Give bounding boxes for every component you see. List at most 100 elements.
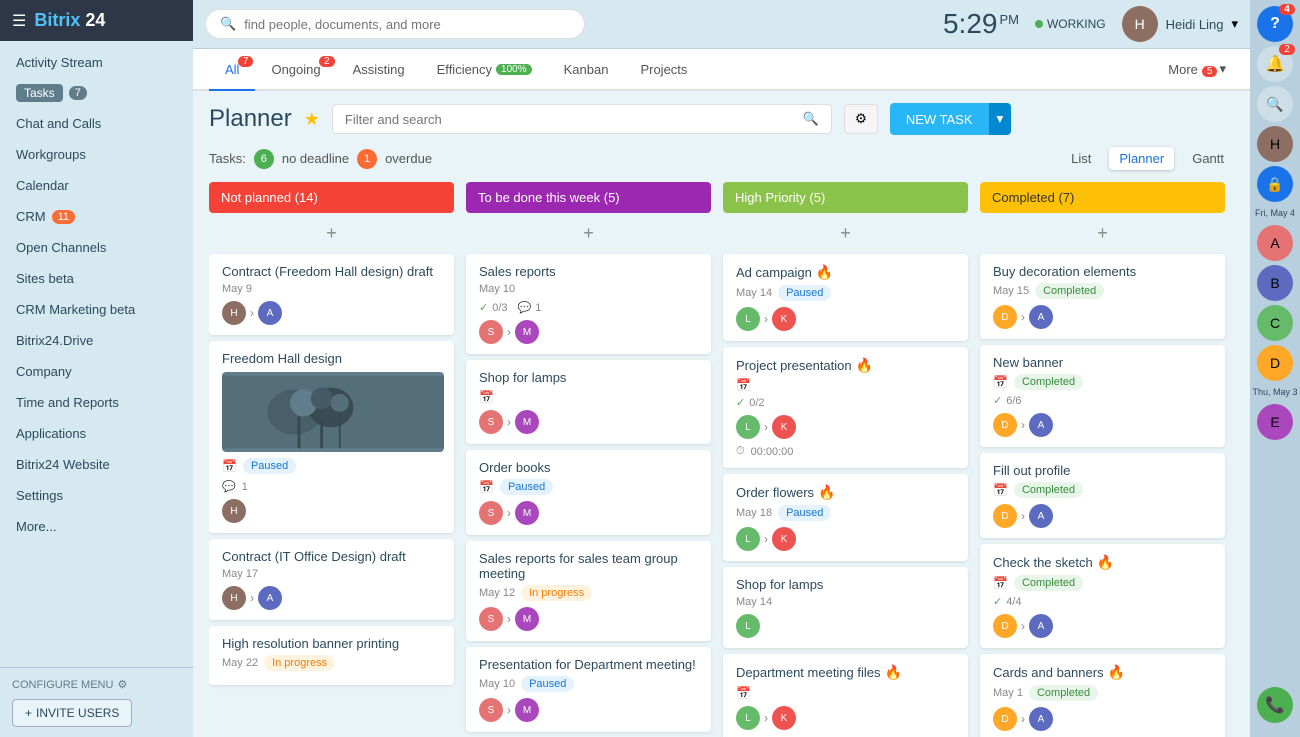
table-row[interactable]: High resolution banner printing May 22 I… [209, 626, 454, 685]
table-row[interactable]: Sales reports May 10 ✓ 0/3 💬 1 S › M [466, 254, 711, 354]
sidebar-item-company[interactable]: Company [0, 356, 193, 387]
invite-users-button[interactable]: + INVITE USERS [12, 699, 132, 727]
notifications-badge: 2 [1279, 44, 1295, 55]
working-status[interactable]: WORKING [1035, 17, 1106, 31]
col-title: To be done this week (5) [478, 190, 620, 205]
table-row[interactable]: Order books 📅 Paused S › M [466, 450, 711, 535]
tab-efficiency[interactable]: Efficiency 100% [421, 50, 548, 89]
favorite-star-icon[interactable]: ★ [304, 109, 320, 130]
avatar[interactable]: B [1257, 265, 1293, 301]
list-view-button[interactable]: List [1061, 147, 1101, 170]
sidebar-item-drive[interactable]: Bitrix24.Drive [0, 325, 193, 356]
avatar: M [515, 698, 539, 722]
table-row[interactable]: Fill out profile 📅 Completed D › A [980, 453, 1225, 538]
search-input[interactable] [244, 17, 570, 32]
planner-view-button[interactable]: Planner [1109, 147, 1174, 170]
col-add-not-planned[interactable]: + [209, 219, 454, 248]
col-add-completed[interactable]: + [980, 219, 1225, 248]
status-badge: Paused [521, 676, 574, 692]
tab-all[interactable]: All 7 [209, 50, 255, 91]
search-box[interactable]: 🔍 [205, 9, 585, 39]
time-display: 5:29 PM [943, 8, 1019, 40]
avatar[interactable]: C [1257, 305, 1293, 341]
new-task-dropdown-button[interactable]: ▾ [989, 103, 1012, 135]
checklist-value: 6/6 [1006, 395, 1021, 407]
notifications-button[interactable]: 🔔 2 [1257, 46, 1293, 82]
sidebar-item-open-channels[interactable]: Open Channels [0, 232, 193, 263]
col-add-to-be-done[interactable]: + [466, 219, 711, 248]
arrow-icon: › [764, 532, 768, 546]
avatar[interactable]: E [1257, 404, 1293, 440]
table-row[interactable]: Buy decoration elements May 15 Completed… [980, 254, 1225, 339]
col-add-high-priority[interactable]: + [723, 219, 968, 248]
sidebar-item-website[interactable]: Bitrix24 Website [0, 449, 193, 480]
table-row[interactable]: Sales reports for sales team group meeti… [466, 541, 711, 641]
sidebar-item-tasks[interactable]: Tasks 7 [0, 78, 193, 108]
table-row[interactable]: Cards and banners 🔥 May 1 Completed D › … [980, 654, 1225, 737]
table-row[interactable]: Freedom Hall design [209, 341, 454, 533]
table-row[interactable]: Presentation for Department meeting! May… [466, 647, 711, 732]
sidebar-item-settings[interactable]: Settings [0, 480, 193, 511]
sidebar-item-label: Workgroups [16, 147, 86, 162]
tab-assisting[interactable]: Assisting [337, 50, 421, 89]
task-avatars: L [736, 614, 958, 638]
table-row[interactable]: Order flowers 🔥 May 18 Paused L › K [723, 474, 968, 561]
lock-icon-button[interactable]: 🔒 [1257, 166, 1293, 202]
tab-ongoing[interactable]: Ongoing 2 [255, 50, 336, 89]
table-row[interactable]: Department meeting files 🔥 📅 L › K [723, 654, 968, 737]
tab-projects[interactable]: Projects [624, 50, 703, 89]
user-info[interactable]: H Heidi Ling ▾ [1122, 6, 1238, 42]
table-row[interactable]: New banner 📅 Completed ✓ 6/6 D › A [980, 345, 1225, 447]
tasks-label[interactable]: Tasks [16, 84, 63, 102]
col-title: Not planned (14) [221, 190, 318, 205]
sidebar-item-workgroups[interactable]: Workgroups [0, 139, 193, 170]
task-time: ⏱ 00:00:00 [736, 445, 958, 458]
working-label: WORKING [1047, 17, 1106, 31]
task-date: May 22 [222, 657, 258, 669]
tab-kanban[interactable]: Kanban [548, 50, 625, 89]
sidebar-item-more[interactable]: More... [0, 511, 193, 542]
filter-input[interactable] [345, 112, 795, 127]
menu-toggle-icon[interactable]: ☰ [12, 11, 26, 31]
sidebar-item-activity[interactable]: Activity Stream [0, 47, 193, 78]
arrow-icon: › [764, 420, 768, 434]
arrow-icon: › [1021, 509, 1025, 523]
task-title: Cards and banners 🔥 [993, 664, 1215, 681]
planner-area: Planner ★ 🔍 ⚙ NEW TASK ▾ Tasks: 6 no dea… [193, 91, 1250, 737]
sidebar-item-chat[interactable]: Chat and Calls [0, 108, 193, 139]
sidebar-item-crm-marketing[interactable]: CRM Marketing beta [0, 294, 193, 325]
col-header-completed: Completed (7) [980, 182, 1225, 213]
question-icon-button[interactable]: ? 4 [1257, 6, 1293, 42]
sidebar-item-crm[interactable]: CRM 11 [0, 201, 193, 232]
sidebar-item-applications[interactable]: Applications [0, 418, 193, 449]
search-button[interactable]: 🔍 [1257, 86, 1293, 122]
avatar[interactable]: D [1257, 345, 1293, 381]
new-task-button[interactable]: NEW TASK [890, 103, 989, 135]
table-row[interactable]: Ad campaign 🔥 May 14 Paused L › K [723, 254, 968, 341]
avatar: K [772, 527, 796, 551]
task-avatars: L › K [736, 527, 958, 551]
table-row[interactable]: Project presentation 🔥 📅 ✓ 0/2 L › K [723, 347, 968, 468]
gantt-view-button[interactable]: Gantt [1182, 147, 1234, 170]
table-row[interactable]: Contract (Freedom Hall design) draft May… [209, 254, 454, 335]
view-controls: List Planner Gantt [1061, 147, 1234, 170]
avatar: D [993, 504, 1017, 528]
table-row[interactable]: Contract (IT Office Design) draft May 17… [209, 539, 454, 620]
table-row[interactable]: Shop for lamps 📅 S › M [466, 360, 711, 444]
phone-button[interactable]: 📞 [1257, 687, 1293, 723]
checklist-value: 4/4 [1006, 596, 1021, 608]
checklist-meta: ✓ 6/6 [993, 394, 1215, 407]
table-row[interactable]: Check the sketch 🔥 📅 Completed ✓ 4/4 D ›… [980, 544, 1225, 648]
avatar[interactable]: H [1257, 126, 1293, 162]
sidebar-item-calendar[interactable]: Calendar [0, 170, 193, 201]
settings-button[interactable]: ⚙ [844, 104, 878, 134]
configure-menu[interactable]: CONFIGURE MENU ⚙ [12, 678, 181, 691]
avatar[interactable]: A [1257, 225, 1293, 261]
sidebar-item-sites[interactable]: Sites beta [0, 263, 193, 294]
task-title: Buy decoration elements [993, 264, 1215, 279]
tab-more[interactable]: More 5 ▾ [1160, 49, 1234, 89]
sidebar-item-time-reports[interactable]: Time and Reports [0, 387, 193, 418]
task-meta-row: May 12 In progress [479, 585, 701, 601]
filter-search-box[interactable]: 🔍 [332, 104, 832, 134]
table-row[interactable]: Shop for lamps May 14 L [723, 567, 968, 648]
